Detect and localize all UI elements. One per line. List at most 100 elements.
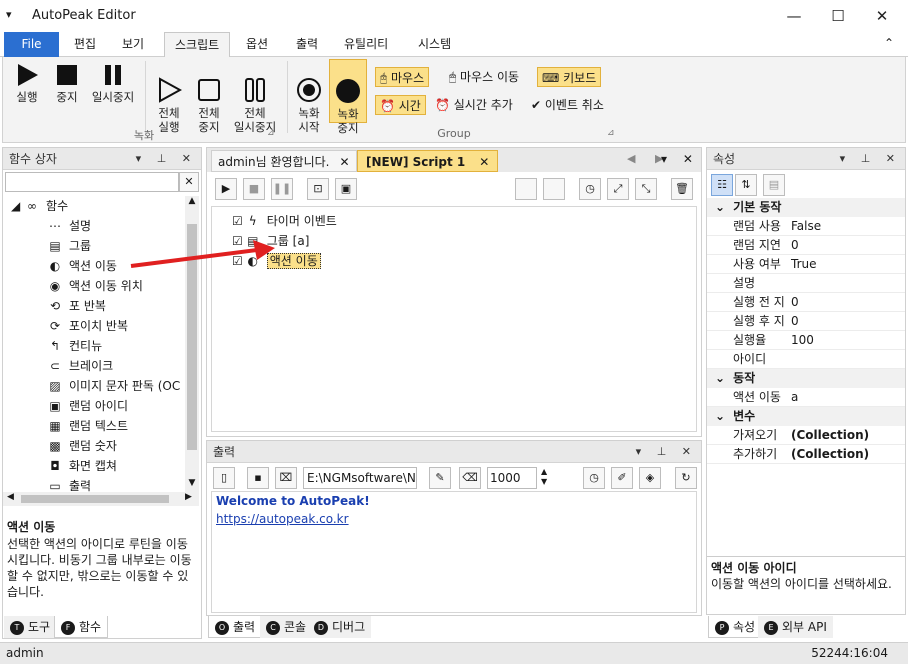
- group-launcher-icon[interactable]: ⊿: [607, 128, 615, 138]
- property-row[interactable]: 사용 여부 True: [707, 255, 905, 274]
- scroll-down-icon[interactable]: ▼: [185, 478, 199, 488]
- property-row[interactable]: 실행율 100: [707, 331, 905, 350]
- chevron-down-icon[interactable]: ⌄: [707, 371, 733, 385]
- output-save-button[interactable]: ▪: [247, 467, 269, 489]
- tree-hscrollbar[interactable]: ◀ ▶: [3, 492, 199, 506]
- scroll-up-icon[interactable]: ▲: [185, 196, 199, 206]
- line-count-input[interactable]: 1000: [487, 467, 537, 489]
- minimize-button[interactable]: —: [772, 0, 816, 32]
- timestamp-button[interactable]: ◷: [583, 467, 605, 489]
- script-pause-button[interactable]: ❚❚: [271, 178, 293, 200]
- function-item[interactable]: ▦ 랜덤 텍스트: [3, 416, 185, 436]
- property-row[interactable]: 아이디: [707, 350, 905, 369]
- tab-file[interactable]: File: [4, 32, 59, 57]
- property-value[interactable]: 0: [791, 312, 799, 331]
- collapse-ribbon-icon[interactable]: ⌃: [884, 36, 894, 50]
- step-into-button[interactable]: ⊡: [307, 178, 329, 200]
- close-icon[interactable]: ✕: [479, 155, 489, 169]
- run-button[interactable]: 실행: [9, 63, 45, 104]
- property-value[interactable]: (Collection): [791, 426, 869, 445]
- script-node[interactable]: ☑ ϟ 타이머 이벤트: [232, 211, 696, 231]
- categorized-view-button[interactable]: ☷: [711, 174, 733, 196]
- tree-root-functions[interactable]: ◢ ∞ 함수: [3, 196, 185, 216]
- expand-button[interactable]: ⤢: [607, 178, 629, 200]
- alphabetical-view-button[interactable]: ⇅: [735, 174, 757, 196]
- close-icon[interactable]: ✕: [339, 155, 349, 169]
- mouse-move-toggle[interactable]: 🖱 마우스 이동: [445, 67, 523, 87]
- tab-functions[interactable]: F 함수: [54, 616, 109, 638]
- function-item[interactable]: ▨ 이미지 문자 판독 (OC: [3, 376, 185, 396]
- time-record-toggle[interactable]: ⏰ 시간: [375, 95, 426, 115]
- tab-script[interactable]: 스크립트: [164, 32, 231, 58]
- tab-output-panel[interactable]: O 출력: [208, 616, 263, 638]
- group-launcher-icon[interactable]: ⊿: [267, 128, 275, 138]
- mouse-record-toggle[interactable]: 🖰 마우스: [375, 67, 430, 87]
- step-over-button[interactable]: ▣: [335, 178, 357, 200]
- property-row[interactable]: 설명: [707, 274, 905, 293]
- property-value[interactable]: 0: [791, 293, 799, 312]
- property-value[interactable]: 0: [791, 236, 799, 255]
- property-value[interactable]: 100: [791, 331, 814, 350]
- panel-controls-icon[interactable]: ▾ ⊥ ✕: [840, 148, 901, 170]
- chevron-down-icon[interactable]: ⌄: [707, 409, 733, 423]
- tab-external-api[interactable]: E 외부 API: [758, 616, 833, 638]
- tab-console[interactable]: C 콘솔: [260, 616, 313, 638]
- property-category[interactable]: ⌄ 변수: [707, 407, 905, 426]
- blank-tool-button[interactable]: [515, 178, 537, 200]
- chevron-down-icon[interactable]: ⌄: [707, 200, 733, 214]
- fill-button[interactable]: ◈: [639, 467, 661, 489]
- property-row[interactable]: 액션 이동 a: [707, 388, 905, 407]
- property-value[interactable]: False: [791, 217, 821, 236]
- keyboard-record-toggle[interactable]: ⌨ 키보드: [537, 67, 602, 87]
- property-row[interactable]: 추가하기 (Collection): [707, 445, 905, 464]
- function-item[interactable]: ⊂ 브레이크: [3, 356, 185, 376]
- tab-tools[interactable]: T 도구: [4, 616, 57, 638]
- property-category[interactable]: ⌄ 동작: [707, 369, 905, 388]
- script-run-button[interactable]: ▶: [215, 178, 237, 200]
- collapse-arrow-icon[interactable]: ◢: [11, 199, 24, 213]
- function-item[interactable]: ⋯ 설명: [3, 216, 185, 236]
- quick-access-dropdown-icon[interactable]: ▾: [6, 8, 12, 21]
- function-item[interactable]: ▣ 랜덤 아이디: [3, 396, 185, 416]
- tab-debug[interactable]: D 디버그: [308, 616, 372, 638]
- property-row[interactable]: 랜덤 지연 0: [707, 236, 905, 255]
- property-value[interactable]: a: [791, 388, 798, 407]
- close-button[interactable]: ✕: [860, 0, 904, 32]
- maximize-button[interactable]: ☐: [816, 0, 860, 32]
- script-stop-button[interactable]: ■: [243, 178, 265, 200]
- tab-system[interactable]: 시스템: [408, 32, 461, 57]
- function-item[interactable]: ◉ 액션 이동 위치: [3, 276, 185, 296]
- function-item[interactable]: ◘ 화면 캡쳐: [3, 456, 185, 476]
- pause-button[interactable]: 일시중지: [87, 63, 139, 104]
- realtime-add-toggle[interactable]: ⏰ 실시간 추가: [431, 95, 517, 115]
- property-category[interactable]: ⌄ 기본 동작: [707, 198, 905, 217]
- tab-properties[interactable]: P 속성: [708, 616, 763, 638]
- scroll-right-icon[interactable]: ▶: [185, 492, 192, 502]
- output-open-button[interactable]: ⌧: [275, 467, 297, 489]
- function-item[interactable]: ▩ 랜덤 숫자: [3, 436, 185, 456]
- property-row[interactable]: 가져오기 (Collection): [707, 426, 905, 445]
- search-clear-button[interactable]: ✕: [179, 172, 199, 192]
- property-row[interactable]: 랜덤 사용 False: [707, 217, 905, 236]
- editor-controls-icon[interactable]: ▾ ✕: [661, 152, 699, 166]
- panel-controls-icon[interactable]: ▾ ⊥ ✕: [136, 148, 197, 170]
- tab-output[interactable]: 출력: [286, 32, 328, 57]
- refresh-button[interactable]: ↻: [675, 467, 697, 489]
- delete-button[interactable]: 🗑: [671, 178, 693, 200]
- tab-view[interactable]: 보기: [112, 32, 154, 57]
- script-node[interactable]: ☑ ◐ 액션 이동: [232, 251, 696, 271]
- panel-controls-icon[interactable]: ▾ ⊥ ✕: [636, 441, 697, 463]
- output-path-input[interactable]: E:\NGMsoftware\NG: [303, 467, 417, 489]
- tab-script-1[interactable]: [NEW] Script 1 ✕: [357, 150, 499, 172]
- stop-button[interactable]: 중지: [49, 63, 85, 104]
- property-value[interactable]: (Collection): [791, 445, 869, 464]
- node-checkbox[interactable]: ☑: [232, 214, 243, 228]
- tab-options[interactable]: 옵션: [236, 32, 278, 57]
- script-node[interactable]: ☑ ▤ 그룹 [a]: [232, 231, 696, 251]
- output-new-button[interactable]: ▯: [213, 467, 235, 489]
- property-row[interactable]: 실행 전 지 0: [707, 293, 905, 312]
- function-item[interactable]: ⟳ 포이치 반복: [3, 316, 185, 336]
- event-cancel-toggle[interactable]: ✔ 이벤트 취소: [527, 95, 608, 115]
- output-line-link[interactable]: https://autopeak.co.kr: [212, 510, 696, 528]
- tab-edit[interactable]: 편집: [64, 32, 106, 57]
